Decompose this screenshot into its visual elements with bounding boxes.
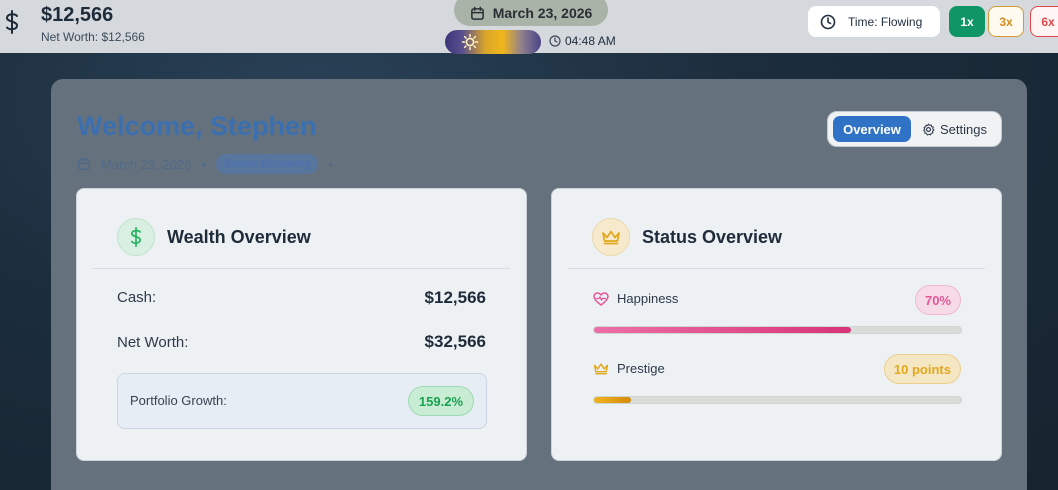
prestige-bar bbox=[593, 396, 962, 404]
portfolio-growth-box: Portfolio Growth: 159.2% bbox=[117, 373, 487, 429]
card-divider bbox=[93, 268, 510, 269]
view-tabs: Overview Settings bbox=[827, 111, 1002, 147]
page-title: Welcome, Stephen bbox=[77, 111, 317, 141]
separator-dot: • bbox=[328, 156, 333, 172]
net-worth-label: Net Worth: bbox=[117, 334, 189, 351]
net-worth-value: $32,566 bbox=[424, 332, 486, 351]
calendar-icon bbox=[78, 157, 90, 170]
cash-total: $12,566 bbox=[41, 4, 114, 26]
sun-icon bbox=[461, 33, 479, 51]
heart-pulse-icon bbox=[593, 291, 609, 306]
prestige-badge: 10 points bbox=[883, 354, 961, 384]
card-divider bbox=[568, 268, 985, 269]
speed-6x-button[interactable]: 6x bbox=[1030, 6, 1058, 37]
dollar-icon bbox=[5, 10, 19, 34]
prestige-bar-fill bbox=[594, 397, 631, 403]
time-mode-label: Time: Flowing bbox=[848, 14, 923, 29]
day-night-indicator bbox=[445, 30, 541, 54]
cash-value: $12,566 bbox=[424, 288, 486, 307]
gear-icon bbox=[923, 122, 935, 136]
time-mode-button[interactable]: Time: Flowing bbox=[808, 6, 940, 37]
status-icon-badge bbox=[592, 218, 630, 256]
wealth-card-title: Wealth Overview bbox=[167, 226, 311, 247]
portfolio-growth-badge: 159.2% bbox=[407, 386, 474, 416]
status-card-title: Status Overview bbox=[642, 226, 783, 247]
net-worth-summary: Net Worth: $12,566 bbox=[41, 30, 145, 44]
crown-icon bbox=[602, 230, 620, 245]
cash-label: Cash: bbox=[117, 289, 157, 306]
header-subtitle: March 23, 2026 • Status Economy • bbox=[77, 154, 333, 174]
clock-icon bbox=[549, 35, 561, 47]
status-card-header: Status Overview bbox=[592, 218, 782, 256]
status-overview-card: Status Overview Happiness 70% Prestige 1… bbox=[551, 188, 1002, 461]
prestige-row: Prestige bbox=[593, 361, 665, 376]
dollar-icon bbox=[130, 227, 142, 247]
portfolio-growth-label: Portfolio Growth: bbox=[130, 393, 227, 408]
game-clock: 04:48 AM bbox=[549, 34, 616, 48]
tab-settings[interactable]: Settings bbox=[922, 116, 987, 142]
date-display: March 23, 2026 bbox=[454, 0, 608, 26]
happiness-bar-fill bbox=[594, 327, 851, 333]
tab-overview[interactable]: Overview bbox=[833, 116, 911, 142]
separator-dot: • bbox=[201, 156, 206, 172]
header-date: March 23, 2026 bbox=[101, 156, 192, 172]
status-badge: Status Economy bbox=[215, 154, 319, 174]
speed-1x-button[interactable]: 1x bbox=[949, 6, 985, 37]
happiness-bar bbox=[593, 326, 962, 334]
prestige-label: Prestige bbox=[617, 361, 665, 376]
tab-settings-label: Settings bbox=[940, 121, 987, 137]
calendar-icon bbox=[470, 6, 484, 20]
wealth-icon-badge bbox=[117, 218, 155, 256]
happiness-badge: 70% bbox=[914, 285, 961, 315]
happiness-label: Happiness bbox=[617, 291, 679, 306]
crown-icon bbox=[593, 363, 609, 375]
wealth-card-header: Wealth Overview bbox=[117, 218, 311, 256]
speed-3x-button[interactable]: 3x bbox=[988, 6, 1024, 37]
top-bar: $12,566 Net Worth: $12,566 March 23, 202… bbox=[0, 0, 1058, 54]
clock-text: 04:48 AM bbox=[565, 34, 616, 48]
date-text: March 23, 2026 bbox=[492, 5, 593, 21]
clock-icon bbox=[820, 14, 836, 29]
wealth-overview-card: Wealth Overview Cash: $12,566 Net Worth:… bbox=[76, 188, 527, 461]
happiness-row: Happiness bbox=[593, 291, 678, 306]
